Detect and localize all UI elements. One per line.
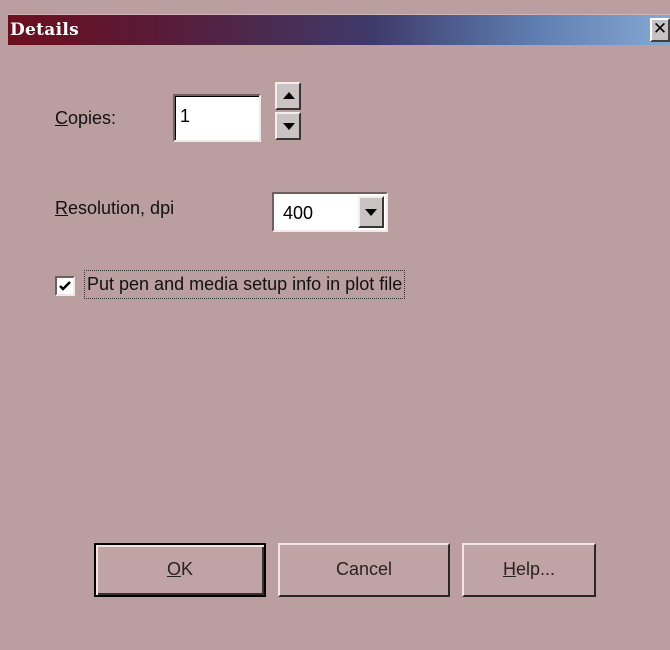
resolution-label: Resolution, dpi	[55, 198, 175, 218]
resolution-dropdown-button[interactable]	[358, 196, 384, 228]
arrow-down-icon	[283, 123, 295, 130]
cancel-button[interactable]: Cancel	[278, 543, 450, 597]
ok-button[interactable]: OK	[94, 543, 266, 597]
setup-info-checkbox[interactable]	[55, 276, 75, 296]
spin-down-button[interactable]	[275, 112, 301, 140]
window-title: Details	[10, 20, 80, 40]
setup-info-label[interactable]: Put pen and media setup info in plot fil…	[84, 270, 406, 299]
copies-value: 1	[180, 106, 191, 126]
title-bar[interactable]: Details ✕	[8, 14, 670, 45]
copies-input[interactable]: 1	[173, 94, 261, 142]
copies-label: Copies:	[55, 108, 117, 128]
arrow-up-icon	[283, 92, 295, 99]
copies-spinner[interactable]	[275, 82, 301, 140]
spin-up-button[interactable]	[275, 82, 301, 110]
resolution-select[interactable]: 400	[272, 192, 388, 232]
close-button[interactable]: ✕	[650, 18, 670, 42]
resolution-value: 400	[283, 203, 314, 223]
close-icon: ✕	[652, 19, 668, 39]
chevron-down-icon	[365, 209, 377, 216]
checkmark-icon	[59, 281, 71, 291]
details-dialog: Details ✕ Copies: 1 Resolution, dpi 400 …	[0, 0, 670, 650]
help-button[interactable]: Help...	[462, 543, 596, 597]
